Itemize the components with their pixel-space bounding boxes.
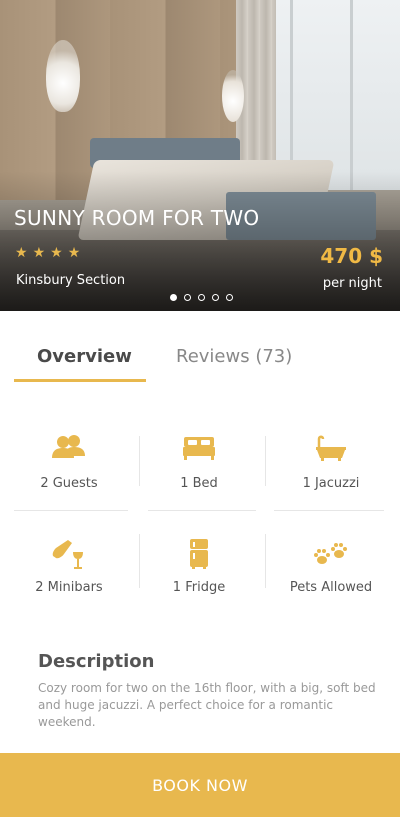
amenity-label: 1 Jacuzzi (302, 476, 360, 491)
amenity-label: 2 Guests (40, 476, 98, 491)
carousel-indicator[interactable] (170, 294, 233, 301)
paw-icon (314, 543, 347, 564)
grid-divider (274, 510, 384, 511)
grid-divider (265, 436, 266, 486)
rating-stars: ★ ★ ★ ★ (15, 246, 80, 260)
grid-divider (14, 510, 128, 511)
bed-icon (183, 437, 215, 460)
grid-divider (265, 534, 266, 588)
carousel-dot[interactable] (226, 294, 233, 301)
star-icon: ★ (67, 245, 81, 261)
carousel-dot[interactable] (212, 294, 219, 301)
minibar-icon (52, 540, 83, 569)
carousel-dot[interactable] (184, 294, 191, 301)
carousel-dot[interactable] (198, 294, 205, 301)
carousel-dot[interactable] (170, 294, 177, 301)
amenity-fridge: 1 Fridge (139, 538, 259, 595)
book-now-button[interactable]: BOOK NOW (0, 753, 400, 817)
bathtub-icon (316, 435, 346, 461)
room-price: 470 $ (320, 244, 383, 268)
description-heading: Description (38, 651, 155, 672)
amenity-jacuzzi: 1 Jacuzzi (271, 434, 391, 491)
room-photo[interactable]: SUNNY ROOM FOR TWO ★ ★ ★ ★ Kinsbury Sect… (0, 0, 400, 311)
amenity-label: 1 Fridge (172, 580, 226, 595)
amenity-guests: 2 Guests (9, 434, 129, 491)
amenity-label: Pets Allowed (289, 580, 373, 595)
amenity-bed: 1 Bed (139, 434, 259, 491)
description-text: Cozy room for two on the 16th floor, wit… (38, 681, 376, 729)
grid-divider (148, 510, 256, 511)
amenity-minibars: 2 Minibars (9, 538, 129, 595)
amenity-pets: Pets Allowed (271, 538, 391, 595)
room-section: Kinsbury Section (16, 273, 126, 288)
guests-icon (52, 435, 85, 458)
active-tab-indicator (14, 379, 146, 382)
amenity-label: 1 Bed (180, 476, 218, 491)
tab-reviews[interactable]: Reviews (73) (176, 346, 292, 367)
amenity-label: 2 Minibars (35, 580, 103, 595)
tab-bar: Overview Reviews (73) (0, 311, 400, 383)
fridge-icon (190, 539, 208, 569)
room-title: SUNNY ROOM FOR TWO (14, 206, 260, 230)
star-icon: ★ (50, 245, 63, 261)
star-icon: ★ (32, 245, 46, 261)
tab-overview[interactable]: Overview (37, 346, 132, 367)
star-icon: ★ (15, 245, 28, 261)
price-unit: per night (322, 276, 382, 291)
